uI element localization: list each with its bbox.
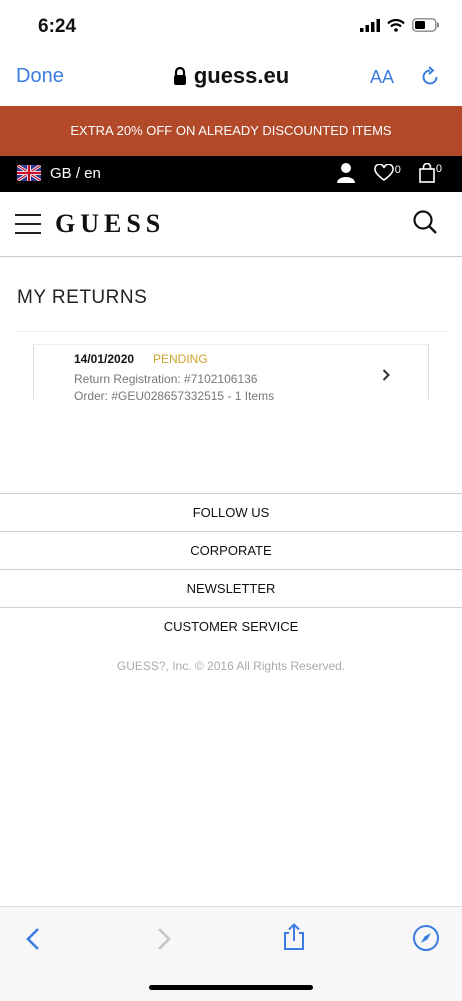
guess-logo[interactable]: GUESS: [55, 209, 165, 239]
return-order: Order: #GEU028657332515 - 1 Items: [74, 389, 275, 403]
search-icon[interactable]: [412, 209, 438, 235]
reload-icon[interactable]: [420, 66, 440, 93]
account-button[interactable]: [336, 162, 356, 189]
footer-link-corporate[interactable]: CORPORATE: [0, 531, 462, 569]
safari-toolbar: Done guess.eu AA: [0, 54, 462, 106]
footer: FOLLOW US CORPORATE NEWSLETTER CUSTOMER …: [0, 493, 462, 673]
bag-count: 0: [435, 163, 442, 175]
locale-bar: GB / en 0 0: [0, 156, 462, 192]
divider: [16, 331, 446, 332]
promo-text: EXTRA 20% OFF ON ALREADY DISCOUNTED ITEM…: [70, 123, 392, 138]
return-status-badge: PENDING: [153, 352, 208, 366]
wishlist-button[interactable]: 0: [373, 163, 401, 187]
footer-link-customer-service[interactable]: CUSTOMER SERVICE: [0, 607, 462, 645]
status-time: 6:24: [38, 16, 77, 37]
page-title: MY RETURNS: [17, 287, 148, 308]
locale-selector[interactable]: GB / en: [50, 165, 101, 182]
menu-icon[interactable]: [15, 214, 41, 234]
return-date: 14/01/2020: [74, 352, 135, 366]
user-icon: [336, 163, 355, 183]
share-icon[interactable]: [283, 923, 305, 951]
back-icon[interactable]: [25, 927, 41, 951]
status-bar: 6:24: [0, 0, 462, 54]
forward-icon[interactable]: [156, 927, 172, 951]
footer-link-follow-us[interactable]: FOLLOW US: [0, 493, 462, 531]
chevron-right-icon[interactable]: [382, 369, 390, 381]
signal-icon: [360, 18, 380, 32]
url-text: guess.eu: [193, 63, 290, 88]
lock-icon: [173, 67, 186, 85]
wifi-icon: [387, 18, 405, 32]
bag-button[interactable]: 0: [419, 162, 442, 188]
bag-icon: [419, 162, 435, 183]
return-item[interactable]: 14/01/2020 PENDING Return Registration: …: [33, 344, 429, 403]
home-indicator: [149, 985, 313, 990]
return-registration: Return Registration: #7102106136: [74, 372, 258, 386]
text-size-button[interactable]: AA: [370, 67, 394, 88]
battery-icon: [412, 18, 439, 32]
wishlist-count: 0: [394, 164, 401, 176]
site-header: GUESS: [0, 192, 462, 257]
compass-icon[interactable]: [412, 924, 440, 952]
header-actions: 0 0: [336, 162, 442, 189]
heart-icon: [373, 163, 394, 181]
uk-flag-icon[interactable]: [17, 165, 41, 181]
promo-banner[interactable]: EXTRA 20% OFF ON ALREADY DISCOUNTED ITEM…: [0, 106, 462, 156]
status-icons: [360, 18, 440, 32]
footer-link-newsletter[interactable]: NEWSLETTER: [0, 569, 462, 607]
copyright: GUESS?, Inc. © 2016 All Rights Reserved.: [116, 659, 346, 673]
